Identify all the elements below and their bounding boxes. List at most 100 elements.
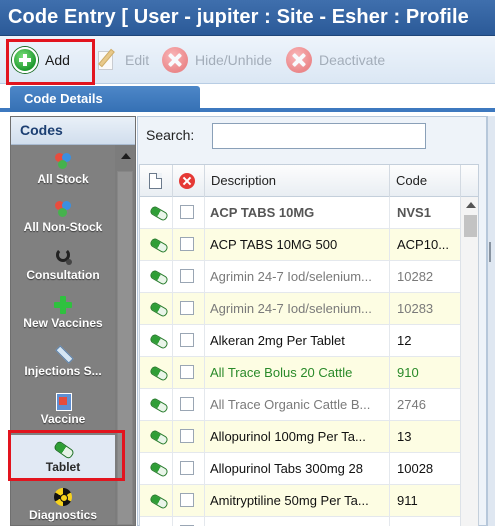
deactivate-button-label: Deactivate — [319, 52, 386, 68]
row-checkbox[interactable] — [180, 461, 194, 475]
row-code: NVS1 — [397, 205, 431, 220]
scroll-thumb[interactable] — [464, 215, 477, 237]
column-divider — [172, 197, 173, 229]
row-checkbox[interactable] — [180, 205, 194, 219]
pill-icon — [150, 398, 166, 411]
sidebar-item-vaccine[interactable]: Vaccine — [11, 387, 115, 433]
pill-icon — [150, 334, 166, 347]
table-row[interactable]: Amitryptiline 50mg Per Ta... 911 — [140, 485, 460, 517]
column-divider — [389, 485, 390, 517]
hide-unhide-button[interactable]: Hide/Unhide — [162, 44, 272, 76]
row-checkbox[interactable] — [180, 493, 194, 507]
table-row[interactable]: All Trace Organic Cattle B... 2746 — [140, 389, 460, 421]
column-header-deactivated[interactable] — [173, 165, 205, 197]
grid-scrollbar[interactable] — [460, 197, 478, 526]
scroll-up-arrow-icon[interactable] — [121, 153, 131, 159]
splitter-handle[interactable] — [489, 242, 494, 262]
title-bar: Code Entry [ User - jupiter : Site - Esh… — [0, 0, 495, 36]
sidebar-item-new-vaccines[interactable]: New Vaccines — [11, 291, 115, 337]
column-divider — [389, 389, 390, 421]
row-description: Agrimin 24-7 Iod/selenium... — [210, 269, 372, 284]
row-code: 910 — [397, 365, 419, 380]
sidebar-item-all-non-stock[interactable]: All Non-Stock — [11, 195, 115, 241]
column-divider — [389, 261, 390, 293]
column-divider — [389, 421, 390, 453]
column-header-type[interactable] — [140, 165, 173, 197]
scroll-up-arrow-icon[interactable] — [466, 202, 476, 208]
table-row[interactable]: Agrimin 24-7 Iod/selenium... 10283 — [140, 293, 460, 325]
table-row[interactable]: All Trace Bolus 20 Cattle 910 — [140, 357, 460, 389]
sidebar-item-consultation[interactable]: Consultation — [11, 243, 115, 289]
document-icon — [149, 173, 162, 189]
radiation-icon — [53, 487, 73, 507]
table-row[interactable]: Allopurinol Tabs 300mg 28 10028 — [140, 453, 460, 485]
table-row[interactable]: Alkeran 2mg Per Tablet 12 — [140, 325, 460, 357]
table-row[interactable]: Agrimin 24-7 Iod/selenium... 10282 — [140, 261, 460, 293]
row-checkbox[interactable] — [180, 333, 194, 347]
code-entry-window: Code Entry [ User - jupiter : Site - Esh… — [0, 0, 495, 526]
colored-balls-icon — [53, 199, 73, 219]
column-divider — [204, 421, 205, 453]
red-x-icon — [286, 47, 312, 73]
column-divider — [389, 517, 390, 526]
sidebar-item-label: New Vaccines — [23, 316, 103, 330]
tab-code-details[interactable]: Code Details — [10, 86, 200, 112]
vaccine-icon — [53, 391, 73, 411]
edit-button[interactable]: Edit — [96, 44, 149, 76]
deactivate-button[interactable]: Deactivate — [286, 44, 385, 76]
column-header-description[interactable]: Description — [205, 165, 390, 197]
sidebar-item-label: Tablet — [45, 460, 81, 474]
column-divider — [204, 453, 205, 485]
sidebar-item-injections[interactable]: Injections S... — [11, 339, 115, 385]
sidebar-item-label: All Non-Stock — [23, 220, 103, 234]
red-x-icon — [162, 47, 188, 73]
column-divider — [204, 261, 205, 293]
column-divider — [172, 325, 173, 357]
column-divider — [172, 389, 173, 421]
row-checkbox[interactable] — [180, 301, 194, 315]
row-code: 911 — [397, 493, 418, 508]
pill-icon — [150, 302, 166, 315]
table-row[interactable]: Allopurinol 100mg Per Ta... 13 — [140, 421, 460, 453]
sidebar-item-tablet[interactable]: Tablet — [11, 435, 115, 481]
row-code: 2746 — [397, 397, 426, 412]
sidebar-item-all-stock[interactable]: All Stock — [11, 147, 115, 193]
colored-balls-icon — [53, 151, 73, 171]
row-description: All Trace Organic Cattle B... — [210, 397, 371, 412]
search-input[interactable] — [212, 123, 426, 149]
table-row[interactable]: ACP TABS 10MG 500 ACP10... — [140, 229, 460, 261]
sidebar-item-diagnostics[interactable]: Diagnostics — [11, 483, 115, 525]
scroll-thumb[interactable] — [117, 171, 133, 525]
pill-icon — [150, 462, 166, 475]
row-code: 13 — [397, 429, 412, 444]
add-button[interactable]: Add — [12, 44, 70, 76]
add-button-label: Add — [45, 52, 70, 68]
sidebar-item-label: All Stock — [37, 172, 89, 186]
table-row[interactable]: ACP TABS 10MG NVS1 — [140, 197, 460, 229]
row-code: 10283 — [397, 301, 434, 316]
column-divider — [172, 261, 173, 293]
row-code: ACP10... — [397, 237, 450, 252]
edit-icon — [96, 48, 118, 72]
row-checkbox[interactable] — [180, 269, 194, 283]
pill-icon — [150, 238, 166, 251]
sidebar-scrollbar[interactable] — [115, 145, 135, 525]
table-row[interactable]: AMLODIPINE BESILATE ...TAB100 — [140, 517, 460, 526]
row-description: Allopurinol Tabs 300mg 28 — [210, 461, 363, 476]
hide-unhide-button-label: Hide/Unhide — [195, 52, 273, 68]
row-code: 12 — [397, 333, 412, 348]
column-divider — [204, 229, 205, 261]
column-divider — [389, 293, 390, 325]
column-header-code[interactable]: Code — [390, 165, 461, 197]
pill-icon — [150, 430, 166, 443]
green-cross-icon — [53, 295, 73, 315]
row-checkbox[interactable] — [180, 397, 194, 411]
column-divider — [204, 325, 205, 357]
row-checkbox[interactable] — [180, 237, 194, 251]
column-divider — [172, 357, 173, 389]
row-checkbox[interactable] — [180, 429, 194, 443]
row-checkbox[interactable] — [180, 365, 194, 379]
column-divider — [172, 517, 173, 526]
column-divider — [172, 229, 173, 261]
syringe-icon — [53, 343, 73, 363]
